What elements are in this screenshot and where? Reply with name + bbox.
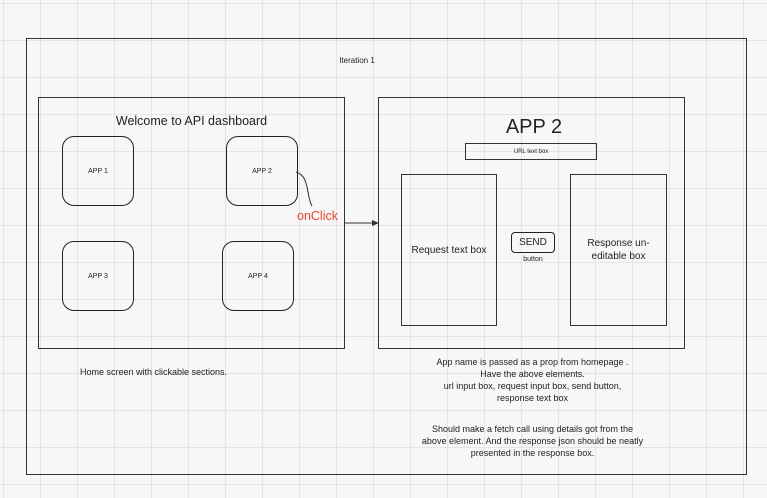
notes-paragraph-2: Should make a fetch call using details g… — [380, 423, 685, 459]
request-text-box-label: Request text box — [411, 244, 487, 256]
url-text-box-label: URL text box — [513, 148, 549, 155]
response-box: Response un-editable box — [570, 174, 667, 326]
request-text-box[interactable]: Request text box — [401, 174, 497, 326]
onclick-curve — [295, 171, 313, 207]
send-button-caption: button — [523, 256, 543, 263]
note-line: response text box — [496, 393, 569, 403]
note-line: above element. And the response json sho… — [421, 436, 644, 446]
note-line: Should make a fetch call using details g… — [431, 424, 634, 434]
note-line: url input box, request input box, send b… — [443, 381, 622, 391]
url-text-box[interactable]: URL text box — [465, 143, 597, 160]
send-button[interactable]: SEND — [511, 232, 555, 253]
response-box-label: Response un-editable box — [587, 238, 650, 262]
note-line: presented in the response box. — [470, 448, 595, 458]
app-page-title: APP 2 — [505, 116, 563, 138]
note-line: Have the above elements. — [480, 369, 585, 379]
note-line: App name is passed as a prop from homepa… — [436, 357, 629, 367]
onclick-label: onClick — [297, 209, 338, 223]
notes-paragraph-1: App name is passed as a prop from homepa… — [380, 356, 685, 404]
